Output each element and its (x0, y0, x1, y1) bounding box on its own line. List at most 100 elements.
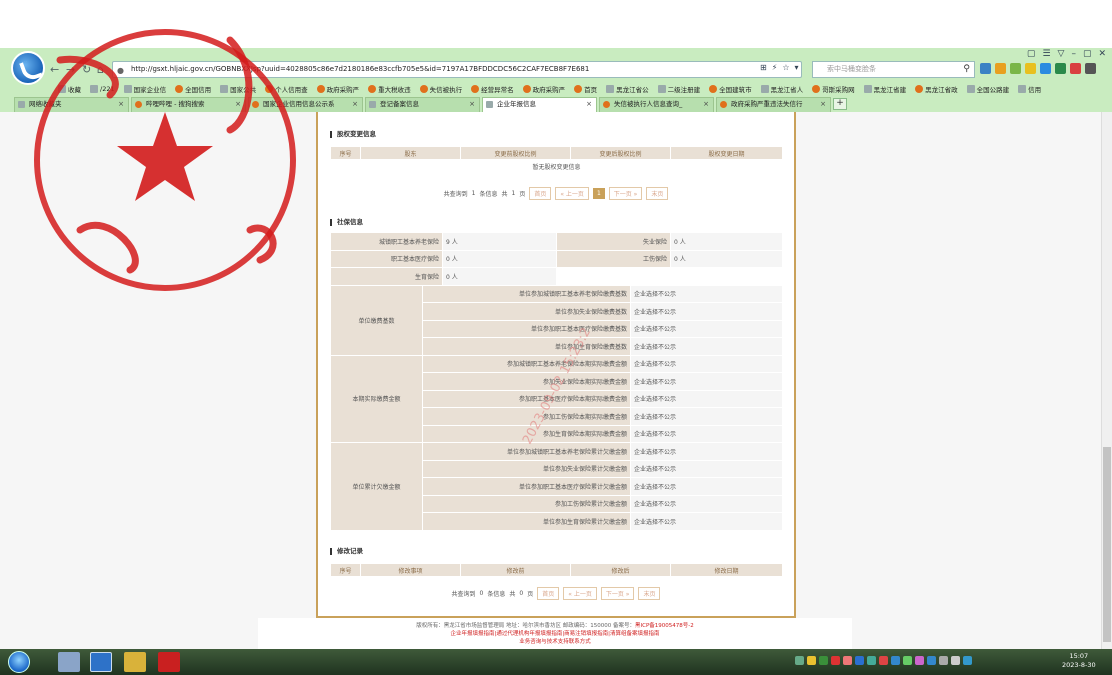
close-tab-icon[interactable]: × (235, 98, 241, 111)
close-tab-icon[interactable]: × (820, 98, 826, 111)
extension-icon[interactable] (980, 63, 991, 74)
start-button[interactable] (8, 651, 30, 673)
prev-page-button[interactable]: « 上一页 (555, 187, 589, 200)
extension-icon[interactable] (1055, 63, 1066, 74)
close-tab-icon[interactable]: × (352, 98, 358, 111)
refresh-icon[interactable]: ↻ (82, 63, 91, 76)
lightning-icon[interactable]: ⚡ (772, 63, 778, 72)
close-tab-icon[interactable]: × (586, 98, 592, 111)
bookmark-item[interactable]: 个人信用查 (265, 84, 308, 94)
skin-icon[interactable]: ▢ (1027, 49, 1036, 59)
address-bar[interactable]: ● http://gsxt.hljaic.gov.cn/GOBNBXXJsp?u… (112, 61, 802, 78)
browser-logo-icon[interactable] (11, 51, 45, 85)
address-url[interactable]: http://gsxt.hljaic.gov.cn/GOBNBXXJsp?uui… (131, 65, 589, 73)
last-page-button[interactable]: 末页 (646, 187, 669, 200)
search-icon[interactable]: ⚲ (963, 62, 970, 77)
bookmark-item[interactable]: 黑龙江省人 (760, 84, 803, 94)
close-tab-icon[interactable]: × (469, 98, 475, 111)
bookmark-item[interactable]: 经营异常名 (471, 84, 514, 94)
bookmark-item[interactable]: 首页 (574, 84, 597, 94)
taskbar-browser-icon[interactable] (90, 652, 112, 672)
search-input[interactable]: 索中马桶变脸条 ⚲ (812, 61, 975, 78)
vertical-scrollbar[interactable] (1101, 112, 1112, 649)
window-controls[interactable]: ▢ ☰ ▽ – ▢ ✕ (1027, 49, 1106, 59)
star-icon[interactable]: ☆ (782, 63, 789, 72)
system-clock[interactable]: 15:07 2023-8-30 (1062, 652, 1096, 670)
next-page-button[interactable]: 下一页 » (600, 587, 635, 600)
tray-icon[interactable] (891, 656, 900, 665)
extension-icon[interactable] (1025, 63, 1036, 74)
close-tab-icon[interactable]: × (118, 98, 124, 111)
first-page-button[interactable]: 首页 (529, 187, 552, 200)
tab-registration[interactable]: 登记备案信息 × (365, 97, 480, 112)
extension-icon[interactable] (995, 63, 1006, 74)
tab-favorites[interactable]: 网络收藏夹 × (14, 97, 129, 112)
minimize-button[interactable]: – (1071, 49, 1076, 59)
last-page-button[interactable]: 末页 (638, 587, 661, 600)
tab-annual-report[interactable]: 企业年报信息 × (482, 97, 597, 112)
tray-icon[interactable] (927, 656, 936, 665)
bookmark-item[interactable]: 信用 (1018, 84, 1041, 94)
bookmark-item[interactable]: 黑龙江省建 (863, 84, 906, 94)
volume-icon[interactable] (951, 656, 960, 665)
footer-support-link[interactable]: 业务咨询与技术支持联系方式 (258, 638, 852, 646)
taskbar-app-icon[interactable] (58, 652, 80, 672)
taskbar-explorer-icon[interactable] (124, 652, 146, 672)
network-icon[interactable] (939, 656, 948, 665)
footer-guides-link[interactable]: 企业年报填报指南|通过代理机构年报填报指南|商易注销填报指南|清算组备案填报指南 (258, 630, 852, 638)
bookmark-item[interactable]: 重大税收违 (368, 84, 411, 94)
next-page-button[interactable]: 下一页 » (608, 187, 643, 200)
bookmark-item[interactable]: 二级注册建 (657, 84, 700, 94)
scrollbar-thumb[interactable] (1103, 447, 1111, 642)
bookmark-item[interactable]: /221 (90, 84, 115, 93)
address-tools[interactable]: ⊞ ⚡ ☆ ▾ (760, 63, 799, 72)
tray-icon[interactable] (819, 656, 828, 665)
bookmark-item[interactable]: 收藏 (58, 84, 81, 94)
dropdown-icon[interactable]: ▽ (1058, 49, 1065, 59)
maximize-button[interactable]: ▢ (1083, 49, 1092, 59)
bookmark-item[interactable]: 黑龙江省政 (915, 84, 958, 94)
icp-link[interactable]: 黑ICP备19005478号-2 (635, 623, 694, 629)
home-icon[interactable]: ⌂ (97, 63, 104, 76)
taskbar-wps-icon[interactable] (158, 652, 180, 672)
tab-dishonest[interactable]: 失信被执行人信息查询_ × (599, 97, 714, 112)
close-button[interactable]: ✕ (1098, 49, 1106, 59)
extension-icon[interactable] (1040, 63, 1051, 74)
dropdown-icon[interactable]: ▾ (795, 63, 799, 72)
ime-icon[interactable] (963, 656, 972, 665)
bookmark-item[interactable]: 哥斯采购网 (812, 84, 855, 94)
menu-icon[interactable]: ☰ (1042, 49, 1050, 59)
bookmark-item[interactable]: 黑龙江省公 (606, 84, 649, 94)
tray-icon[interactable] (843, 656, 852, 665)
bookmark-item[interactable]: 全国信用 (175, 84, 211, 94)
forward-icon[interactable]: → (66, 63, 75, 76)
tray-icon[interactable] (831, 656, 840, 665)
prev-page-button[interactable]: « 上一页 (563, 587, 597, 600)
bookmark-item[interactable]: 全国建筑市 (709, 84, 752, 94)
first-page-button[interactable]: 首页 (537, 587, 560, 600)
bookmark-item[interactable]: 全国公路建 (966, 84, 1009, 94)
tray-icon[interactable] (915, 656, 924, 665)
new-tab-button[interactable]: + (833, 98, 847, 110)
grid-icon[interactable]: ⊞ (760, 63, 767, 72)
system-tray[interactable] (795, 656, 972, 665)
tray-icon[interactable] (867, 656, 876, 665)
tab-gsxt[interactable]: 国家企业信用信息公示系 × (248, 97, 363, 112)
bookmark-item[interactable]: 失信被执行 (419, 84, 462, 94)
tray-icon[interactable] (795, 656, 804, 665)
close-tab-icon[interactable]: × (703, 98, 709, 111)
extension-icons[interactable] (980, 63, 1096, 74)
bookmark-item[interactable]: 国家公共 (220, 84, 256, 94)
bookmark-item[interactable]: 国家企业信 (123, 84, 166, 94)
extension-icon[interactable] (1010, 63, 1021, 74)
tray-icon[interactable] (879, 656, 888, 665)
tray-icon[interactable] (903, 656, 912, 665)
tab-procurement[interactable]: 政府采购严重违法失信行 × (716, 97, 831, 112)
back-icon[interactable]: ← (50, 63, 59, 76)
download-icon[interactable] (1085, 63, 1096, 74)
extension-icon[interactable] (1070, 63, 1081, 74)
bookmark-item[interactable]: 政府采购严 (522, 84, 565, 94)
tray-icon[interactable] (855, 656, 864, 665)
tab-search[interactable]: 哔哩哔哩 - 搜狗搜索 × (131, 97, 246, 112)
bookmark-item[interactable]: 政府采购严 (316, 84, 359, 94)
